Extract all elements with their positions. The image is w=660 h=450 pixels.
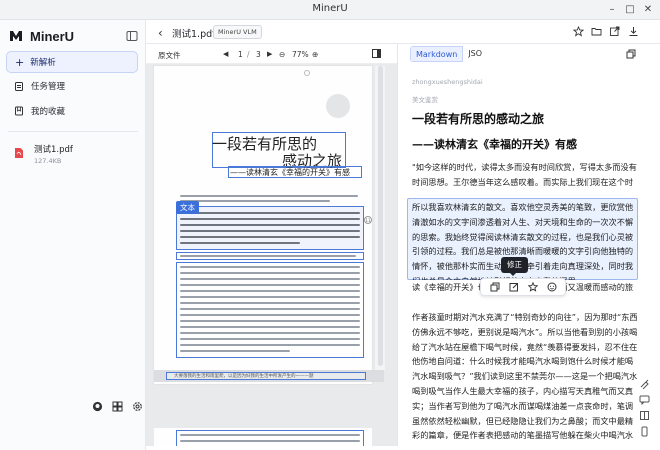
pdf-page-footer-strip: 大要落我的生活和雨里爬，以是因为妇我的生活中所发产生的一——题 — [154, 370, 384, 382]
sidebar-item-label: 任务管理 — [31, 82, 66, 92]
zoom-level: 77% — [292, 50, 309, 59]
sidebar-item-favorites[interactable]: 我的收藏 — [6, 101, 138, 121]
edit-icon[interactable] — [509, 282, 519, 292]
phone-icon[interactable] — [639, 426, 650, 437]
pdf-page: 一段若有所思的 感动之旅 ——读林清玄《幸福的开关》有感 11 — [154, 66, 372, 384]
copy-icon[interactable] — [626, 49, 636, 59]
recent-file-size: 127.4KB — [34, 157, 62, 165]
markdown-view[interactable]: zhongxueshengshidai 美文鉴赏 一段若有所思的感动之旅 ——读… — [398, 64, 646, 446]
tooltip-arrow — [509, 272, 517, 276]
app-logo: MinerU — [8, 26, 74, 46]
pdf-viewer[interactable]: 一段若有所思的 感动之旅 ——读林清玄《幸福的开关》有感 11 文本 大要落我的… — [146, 64, 397, 446]
clipboard-icon — [15, 82, 23, 91]
logo-text: MinerU — [30, 28, 75, 44]
page-current[interactable]: 1 — [238, 50, 243, 59]
floating-side-tools — [639, 378, 653, 437]
page-separator: / — [247, 50, 250, 59]
tab-markdown[interactable]: Markdown — [410, 46, 464, 62]
pdf-toolbar: 原文件 ◀ 1 / 3 ▶ ⊖ 77% ⊕ — [146, 44, 397, 64]
folder-icon[interactable] — [591, 26, 602, 37]
source-file-label: 原文件 — [158, 51, 181, 60]
plus-icon: + — [15, 55, 25, 69]
settings-icon[interactable] — [132, 401, 143, 412]
edit-tooltip: 修正 — [501, 257, 528, 273]
sidebar-collapse-icon[interactable] — [126, 30, 138, 42]
sidebar: MinerU + 新解析 任务管理 我的收藏 — [0, 20, 146, 450]
zoom-out-icon[interactable]: ⊖ — [279, 50, 285, 59]
pdf-footer-text: 大要落我的生活和雨里爬，以是因为妇我的生活中所发产生的一——题 — [174, 374, 314, 379]
decor-dot-icon — [326, 94, 350, 118]
app-window: MinerU – □ ✕ MinerU + 新解析 任务管理 我的收藏 测试1.… — [0, 0, 660, 450]
md-paragraph-4: 作者孩童时期对汽水充满了“特别奇妙的向往”，因为那时“东西仿佛永远不够吃，更别说… — [412, 312, 638, 441]
window-title: MinerU — [312, 3, 348, 14]
sidebar-item-tasks[interactable]: 任务管理 — [6, 76, 138, 96]
sidebar-item-label: 我的收藏 — [31, 107, 66, 117]
book-icon[interactable] — [639, 410, 650, 421]
recent-file-name: 测试1.pdf — [34, 145, 73, 155]
title-bar: MinerU – □ ✕ — [0, 0, 660, 20]
github-icon[interactable] — [92, 401, 103, 412]
chat-icon[interactable] — [639, 394, 650, 405]
md-faint-header: zhongxueshengshidai — [412, 78, 483, 86]
favorite-star-icon[interactable] — [527, 282, 538, 292]
document-title: 测试1.pdf — [172, 29, 216, 40]
new-parse-button[interactable]: + 新解析 — [6, 51, 138, 73]
pdf-subtitle: ——读林清玄《幸福的开关》有感 — [230, 168, 350, 177]
md-paragraph-1: "如今这样的时代，读得太多而没有时间欣赏，写得太多而没有时间思想。王尔德当年这么… — [412, 162, 637, 192]
sidebar-divider — [8, 131, 138, 132]
md-heading-1: 一段若有所思的感动之旅 — [412, 112, 545, 126]
bookmark-icon — [15, 106, 23, 116]
page-index-marker-icon: 11 — [364, 216, 372, 224]
md-faint-category: 美文鉴赏 — [412, 96, 438, 104]
prev-page-icon[interactable]: ◀ — [223, 50, 228, 58]
panel-toggle-icon[interactable] — [372, 49, 381, 58]
page-total: 3 — [256, 50, 261, 59]
zoom-in-icon[interactable]: ⊕ — [312, 50, 318, 59]
back-arrow-icon[interactable]: ‹ — [158, 26, 163, 40]
block-action-bar — [480, 278, 566, 296]
mineru-logo-icon — [10, 31, 22, 41]
grid-icon[interactable] — [112, 401, 123, 412]
tab-json[interactable]: JSON — [463, 46, 482, 62]
feedback-icon[interactable] — [547, 282, 557, 292]
star-icon[interactable] — [573, 26, 584, 37]
minimize-icon[interactable]: – — [604, 2, 620, 18]
view-mode-toggle: Markdown JSON — [410, 46, 482, 62]
decor-circle-icon — [304, 70, 310, 76]
download-icon[interactable] — [628, 26, 639, 37]
copy-block-icon[interactable] — [490, 282, 500, 292]
new-parse-label: 新解析 — [30, 58, 56, 68]
open-external-icon[interactable] — [609, 26, 620, 37]
close-icon[interactable]: ✕ — [640, 2, 656, 18]
next-page-icon[interactable]: ▶ — [267, 50, 272, 58]
brush-icon[interactable] — [639, 378, 650, 389]
pdf-file-icon — [15, 148, 23, 158]
block-type-tag: 文本 — [176, 201, 199, 214]
sidebar-footer-icons — [92, 401, 143, 412]
pdf-scroll-thumb[interactable] — [378, 66, 383, 366]
maximize-icon[interactable]: □ — [622, 2, 638, 18]
md-heading-2: ——读林清玄《幸福的开关》有感 — [412, 138, 577, 151]
pdf-page-2 — [154, 428, 372, 446]
model-badge: MinerU VLM — [213, 25, 262, 39]
